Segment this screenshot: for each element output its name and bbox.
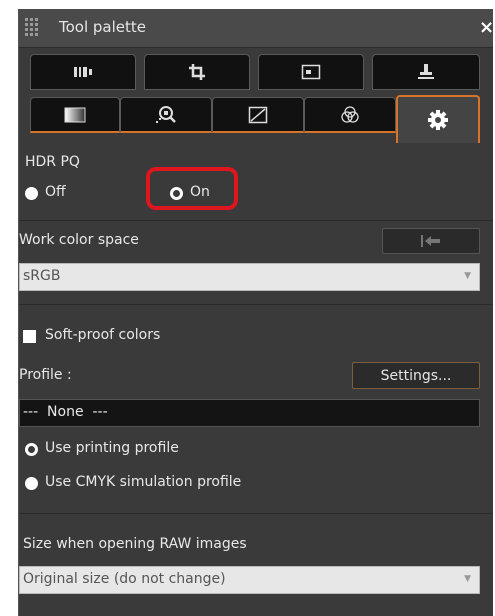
tab-crop[interactable] <box>144 54 250 90</box>
work-color-space-value: sRGB <box>23 268 61 284</box>
settings-panel: HDR PQ Off On Work color space sRGB ▼ So… <box>19 143 493 616</box>
grip-icon[interactable] <box>25 18 41 36</box>
tab-stamp[interactable] <box>372 54 480 90</box>
tab-histogram[interactable] <box>30 54 136 90</box>
work-color-space-select[interactable]: sRGB ▼ <box>19 263 480 291</box>
dropdown-arrow-icon: ▼ <box>464 574 471 584</box>
soft-proof-checkbox[interactable] <box>23 330 36 343</box>
undo-arrow-icon <box>421 235 440 247</box>
raw-size-value: Original size (do not change) <box>23 571 226 587</box>
use-printing-profile-label: Use printing profile <box>45 440 179 456</box>
use-cmyk-profile-radio[interactable] <box>25 477 38 490</box>
raw-size-select[interactable]: Original size (do not change) ▼ <box>19 566 480 594</box>
stamp-icon <box>418 64 434 79</box>
title-bar[interactable]: Tool palette × <box>19 9 494 48</box>
tab-tone-curve[interactable] <box>212 97 304 133</box>
hdr-pq-heading: HDR PQ <box>25 154 80 170</box>
zoom-detail-icon <box>156 105 176 123</box>
tab-settings[interactable] <box>396 95 480 143</box>
raw-size-label: Size when opening RAW images <box>23 536 247 552</box>
gear-icon <box>428 110 448 130</box>
brightness-icon <box>64 107 86 122</box>
hdr-off-radio[interactable] <box>25 187 38 200</box>
divider <box>19 220 493 221</box>
tab-brightness[interactable] <box>30 97 120 133</box>
dropdown-arrow-icon: ▼ <box>464 271 471 281</box>
soft-proof-label: Soft-proof colors <box>45 327 161 343</box>
reset-work-color-button[interactable] <box>382 228 480 254</box>
tone-curve-icon <box>248 106 268 123</box>
settings-button[interactable]: Settings... <box>352 362 480 389</box>
highlight-annotation <box>146 167 238 210</box>
window-title: Tool palette <box>59 18 147 36</box>
profile-value: --- None --- <box>23 404 108 420</box>
use-cmyk-profile-label: Use CMYK simulation profile <box>45 474 242 490</box>
divider <box>19 304 493 305</box>
hdr-off-label: Off <box>45 184 66 200</box>
close-icon[interactable]: × <box>479 17 494 38</box>
color-circles-icon <box>341 105 359 123</box>
tab-detail[interactable] <box>120 97 212 133</box>
tool-palette-window: Tool palette × HDR PQ Off On Work color … <box>18 9 494 616</box>
use-printing-profile-radio[interactable] <box>25 443 38 456</box>
histogram-panel-icon <box>74 67 92 77</box>
work-color-space-label: Work color space <box>19 232 139 248</box>
crop-icon <box>189 64 205 80</box>
tab-color[interactable] <box>304 97 396 133</box>
profile-field[interactable]: --- None --- <box>19 399 480 427</box>
divider <box>19 513 493 514</box>
tab-image-view[interactable] <box>258 54 364 90</box>
image-view-icon <box>301 64 321 80</box>
profile-label: Profile : <box>19 367 72 383</box>
